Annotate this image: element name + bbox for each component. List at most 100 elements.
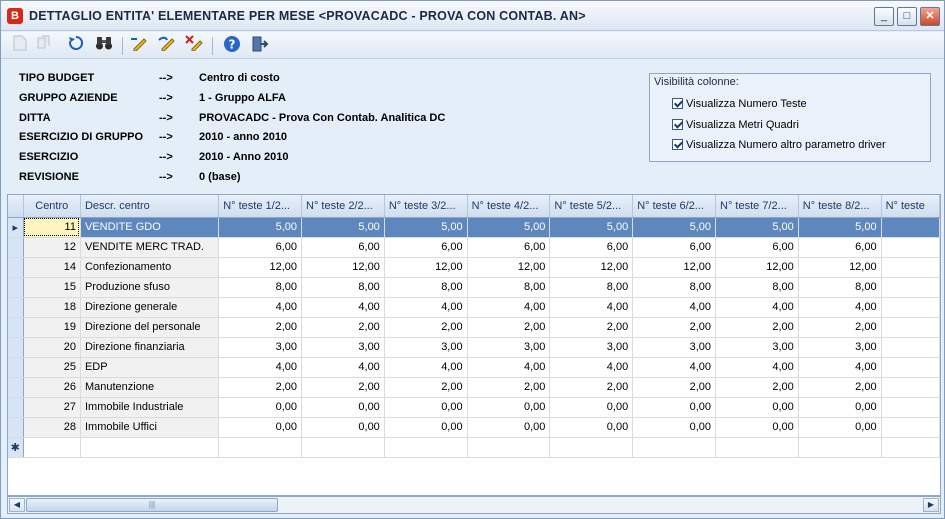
value-cell[interactable]: 12,00 bbox=[218, 257, 303, 278]
column-header-descr[interactable]: Descr. centro bbox=[80, 195, 220, 218]
empty-cell[interactable] bbox=[301, 437, 385, 458]
value-cell[interactable]: 4,00 bbox=[798, 297, 882, 318]
value-cell[interactable] bbox=[881, 257, 940, 278]
value-cell[interactable]: 0,00 bbox=[384, 397, 468, 418]
value-cell[interactable]: 12,00 bbox=[467, 257, 551, 278]
table-row[interactable]: 26 Manutenzione 2,00 2,00 2,00 2,00 2,00 2,00 2,… bbox=[8, 377, 940, 398]
table-row[interactable]: 12 VENDITE MERC TRAD. 6,00 6,00 6,00 6,00 6,00… bbox=[8, 237, 940, 258]
value-cell[interactable] bbox=[881, 237, 940, 258]
value-cell[interactable]: 6,00 bbox=[632, 237, 716, 258]
descr-cell[interactable]: Direzione finanziaria bbox=[80, 337, 220, 358]
value-cell[interactable]: 4,00 bbox=[467, 357, 551, 378]
copy-icon[interactable] bbox=[33, 35, 55, 57]
value-cell[interactable]: 12,00 bbox=[632, 257, 716, 278]
value-cell[interactable]: 5,00 bbox=[632, 217, 716, 238]
empty-cell[interactable] bbox=[881, 437, 940, 458]
descr-cell[interactable]: Immobile Uffici bbox=[80, 417, 220, 438]
checkbox-checked[interactable] bbox=[672, 119, 683, 130]
empty-cell[interactable] bbox=[798, 437, 882, 458]
centro-cell[interactable]: 27 bbox=[23, 397, 81, 418]
scroll-left-icon[interactable]: ◀ bbox=[9, 498, 25, 512]
descr-cell[interactable]: Produzione sfuso bbox=[80, 277, 220, 298]
value-cell[interactable]: 4,00 bbox=[715, 297, 799, 318]
descr-cell[interactable]: VENDITE MERC TRAD. bbox=[80, 237, 220, 258]
value-cell[interactable]: 8,00 bbox=[798, 277, 882, 298]
centro-cell[interactable]: 25 bbox=[23, 357, 81, 378]
value-cell[interactable]: 0,00 bbox=[218, 417, 303, 438]
row-selector[interactable] bbox=[8, 317, 24, 338]
help-icon[interactable]: ? bbox=[221, 35, 243, 57]
value-cell[interactable]: 5,00 bbox=[549, 217, 634, 238]
horizontal-scrollbar[interactable]: ◀ ||| ▶ bbox=[7, 496, 941, 514]
value-cell[interactable]: 0,00 bbox=[798, 397, 882, 418]
value-cell[interactable]: 2,00 bbox=[384, 377, 468, 398]
table-row[interactable]: 19 Direzione del personale 2,00 2,00 2,00 2,0… bbox=[8, 317, 940, 338]
descr-cell[interactable]: Direzione generale bbox=[80, 297, 220, 318]
column-header-month-5[interactable]: N° teste 5/2... bbox=[549, 195, 634, 218]
value-cell[interactable]: 6,00 bbox=[384, 237, 468, 258]
value-cell[interactable]: 2,00 bbox=[798, 317, 882, 338]
value-cell[interactable]: 0,00 bbox=[384, 417, 468, 438]
table-row[interactable]: ▸ 11 VENDITE GDO 5,00 5,00 5,00 5,00 5,00 5,00 5,… bbox=[8, 217, 940, 238]
table-row[interactable]: 20 Direzione finanziaria 3,00 3,00 3,00 3,00 3… bbox=[8, 337, 940, 358]
value-cell[interactable]: 0,00 bbox=[301, 397, 385, 418]
value-cell[interactable]: 2,00 bbox=[632, 317, 716, 338]
centro-cell[interactable]: 11 bbox=[23, 217, 81, 238]
value-cell[interactable]: 2,00 bbox=[632, 377, 716, 398]
refresh-icon[interactable] bbox=[65, 35, 87, 57]
show-other-driver-option[interactable]: Visualizza Numero altro parametro driver bbox=[672, 139, 886, 151]
value-cell[interactable] bbox=[881, 277, 940, 298]
value-cell[interactable]: 5,00 bbox=[715, 217, 799, 238]
table-row[interactable]: 27 Immobile Industriale 0,00 0,00 0,00 0,00 0,… bbox=[8, 397, 940, 418]
empty-cell[interactable] bbox=[23, 437, 81, 458]
column-header-month-6[interactable]: N° teste 6/2... bbox=[632, 195, 716, 218]
exit-icon[interactable] bbox=[249, 35, 271, 57]
value-cell[interactable]: 12,00 bbox=[549, 257, 634, 278]
row-selector[interactable] bbox=[8, 237, 24, 258]
close-button[interactable]: ✕ bbox=[920, 7, 940, 26]
new-row[interactable]: ✱ bbox=[8, 437, 940, 458]
row-selector[interactable] bbox=[8, 297, 24, 318]
value-cell[interactable]: 3,00 bbox=[715, 337, 799, 358]
value-cell[interactable]: 4,00 bbox=[632, 297, 716, 318]
table-row[interactable]: 14 Confezionamento 12,00 12,00 12,00 12,00 12,… bbox=[8, 257, 940, 278]
centro-cell[interactable]: 19 bbox=[23, 317, 81, 338]
value-cell[interactable]: 4,00 bbox=[301, 297, 385, 318]
value-cell[interactable]: 8,00 bbox=[715, 277, 799, 298]
value-cell[interactable]: 12,00 bbox=[301, 257, 385, 278]
value-cell[interactable]: 0,00 bbox=[467, 397, 551, 418]
row-selector[interactable] bbox=[8, 357, 24, 378]
edit-icon[interactable] bbox=[127, 35, 149, 57]
scroll-right-icon[interactable]: ▶ bbox=[923, 498, 939, 512]
column-header-month-2[interactable]: N° teste 2/2... bbox=[301, 195, 385, 218]
value-cell[interactable]: 4,00 bbox=[549, 297, 634, 318]
new-row-icon[interactable]: ✱ bbox=[8, 437, 24, 458]
value-cell[interactable]: 4,00 bbox=[384, 357, 468, 378]
row-selector[interactable] bbox=[8, 397, 24, 418]
value-cell[interactable]: 2,00 bbox=[467, 317, 551, 338]
descr-cell[interactable]: VENDITE GDO bbox=[80, 217, 220, 238]
value-cell[interactable]: 2,00 bbox=[715, 377, 799, 398]
value-cell[interactable]: 2,00 bbox=[218, 317, 303, 338]
value-cell[interactable]: 6,00 bbox=[301, 237, 385, 258]
column-header-month-1[interactable]: N° teste 1/2... bbox=[218, 195, 303, 218]
value-cell[interactable]: 5,00 bbox=[384, 217, 468, 238]
value-cell[interactable]: 8,00 bbox=[301, 277, 385, 298]
value-cell[interactable]: 5,00 bbox=[798, 217, 882, 238]
empty-cell[interactable] bbox=[384, 437, 468, 458]
descr-cell[interactable]: EDP bbox=[80, 357, 220, 378]
value-cell[interactable]: 5,00 bbox=[218, 217, 303, 238]
undo-edit-icon[interactable] bbox=[155, 35, 177, 57]
value-cell[interactable]: 2,00 bbox=[301, 317, 385, 338]
value-cell[interactable]: 8,00 bbox=[632, 277, 716, 298]
value-cell[interactable]: 4,00 bbox=[798, 357, 882, 378]
table-row[interactable]: 18 Direzione generale 4,00 4,00 4,00 4,00 4,00… bbox=[8, 297, 940, 318]
value-cell[interactable]: 3,00 bbox=[301, 337, 385, 358]
value-cell[interactable]: 12,00 bbox=[798, 257, 882, 278]
value-cell[interactable]: 5,00 bbox=[467, 217, 551, 238]
row-selector[interactable] bbox=[8, 377, 24, 398]
descr-cell[interactable]: Confezionamento bbox=[80, 257, 220, 278]
value-cell[interactable]: 3,00 bbox=[549, 337, 634, 358]
empty-cell[interactable] bbox=[80, 437, 220, 458]
value-cell[interactable]: 4,00 bbox=[218, 297, 303, 318]
